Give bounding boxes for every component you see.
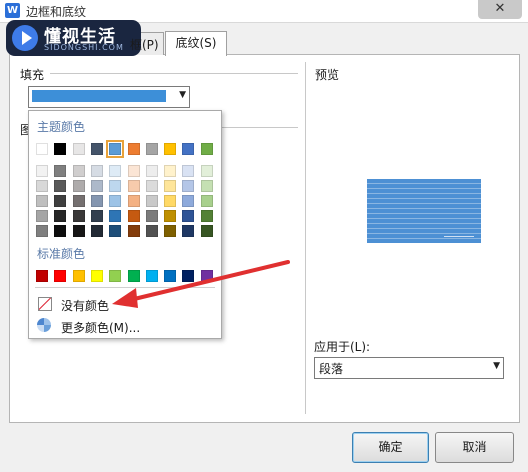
annotation-arrow bbox=[112, 260, 290, 308]
